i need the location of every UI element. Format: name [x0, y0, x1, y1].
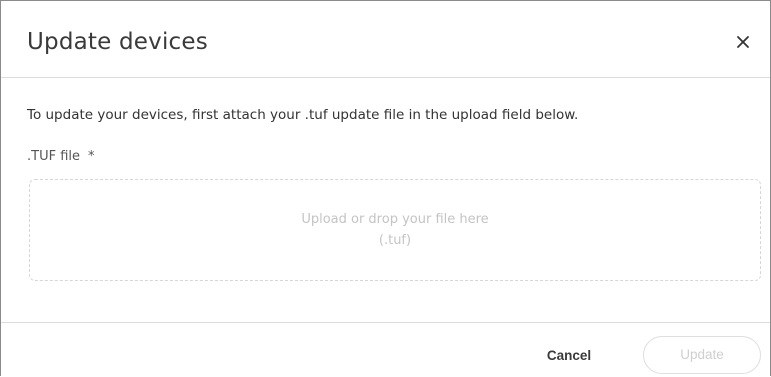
- dialog-footer: Cancel Update: [1, 322, 770, 377]
- update-button[interactable]: Update: [643, 336, 761, 374]
- update-devices-dialog: Update devices To update your devices, f…: [0, 0, 771, 376]
- dialog-body: To update your devices, first attach you…: [1, 79, 770, 322]
- dialog-header: Update devices: [1, 1, 770, 78]
- cancel-button[interactable]: Cancel: [529, 339, 609, 373]
- tuf-file-label: .TUF file *: [27, 149, 95, 164]
- close-icon: [737, 36, 749, 48]
- intro-text: To update your devices, first attach you…: [27, 107, 579, 123]
- dropzone-prompt: Upload or drop your file here: [301, 212, 489, 227]
- required-marker: *: [88, 149, 95, 164]
- close-button[interactable]: [732, 31, 754, 53]
- dropzone-file-type: (.tuf): [378, 233, 412, 248]
- dialog-title: Update devices: [27, 29, 208, 55]
- file-dropzone[interactable]: Upload or drop your file here (.tuf): [29, 179, 761, 281]
- tuf-file-label-text: .TUF file: [27, 149, 80, 164]
